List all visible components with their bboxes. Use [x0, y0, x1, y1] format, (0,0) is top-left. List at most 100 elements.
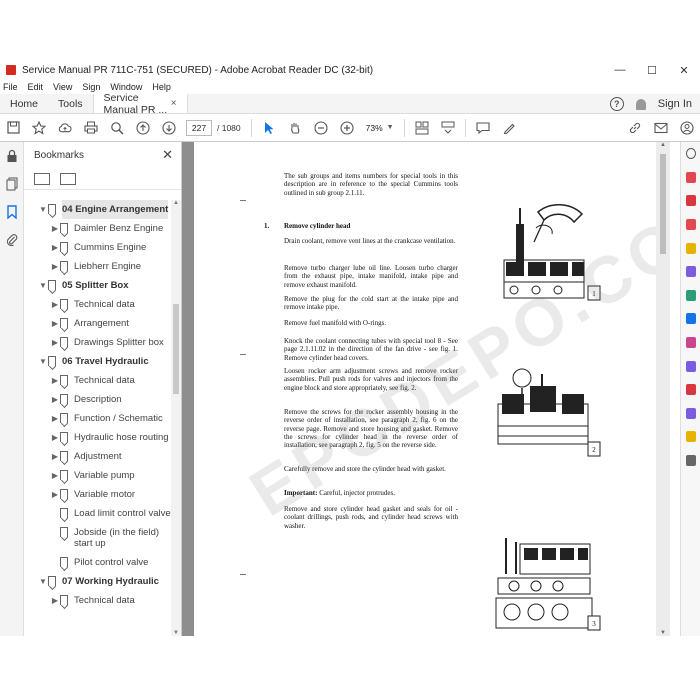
bookmark-item[interactable]: ▶ Technical data	[24, 591, 172, 610]
chevron-right-icon[interactable]: ▶	[50, 447, 60, 466]
comment-tool-icon[interactable]	[681, 236, 700, 260]
scrollbar-thumb[interactable]	[173, 304, 179, 394]
bookmark-item[interactable]: ▶ Adjustment	[24, 447, 172, 466]
previous-page-icon[interactable]	[136, 120, 150, 135]
chevron-right-icon[interactable]: ▶	[50, 257, 60, 276]
chevron-right-icon[interactable]: ▶	[50, 428, 60, 447]
bookmarks-panel-icon[interactable]	[0, 198, 24, 226]
protect-icon[interactable]	[681, 354, 700, 378]
menu-window[interactable]: Window	[110, 82, 142, 92]
bookmarks-scrollbar[interactable]: ▲ ▼	[171, 200, 181, 636]
next-page-icon[interactable]	[162, 120, 176, 135]
email-icon[interactable]	[654, 121, 668, 135]
account-icon[interactable]	[680, 120, 694, 135]
bookmark-star-icon[interactable]	[32, 120, 46, 135]
zoom-search-icon[interactable]	[110, 121, 124, 135]
help-icon[interactable]: ?	[609, 97, 624, 111]
tab-close-icon[interactable]: ×	[171, 98, 177, 109]
create-pdf-icon[interactable]	[681, 213, 700, 237]
bookmark-item[interactable]: ▶ Pilot control valve	[24, 553, 172, 572]
page-thumbnails-icon[interactable]	[0, 170, 24, 198]
stamp-icon[interactable]	[681, 425, 700, 449]
bookmark-options-icon[interactable]	[34, 172, 50, 185]
minimize-button[interactable]: —	[604, 60, 636, 80]
send-for-signature-icon[interactable]	[681, 402, 700, 426]
highlight-pen-icon[interactable]	[502, 121, 516, 135]
tab-tools[interactable]: Tools	[48, 94, 93, 113]
search-tool-icon[interactable]	[681, 142, 700, 166]
bookmark-item[interactable]: ▶ Description	[24, 390, 172, 409]
zoom-in-icon[interactable]	[340, 120, 354, 135]
select-cursor-icon[interactable]	[262, 121, 276, 135]
print-icon[interactable]	[84, 121, 98, 135]
bookmark-item[interactable]: ▼ 06 Travel Hydraulic	[24, 352, 172, 371]
scroll-up-arrow-icon[interactable]: ▲	[656, 142, 670, 148]
link-icon[interactable]	[628, 121, 642, 135]
attachments-icon[interactable]	[0, 226, 24, 254]
bookmark-item[interactable]: ▶ Cummins Engine	[24, 238, 172, 257]
chevron-right-icon[interactable]: ▶	[50, 409, 60, 428]
notification-bell-icon[interactable]	[635, 98, 646, 110]
chevron-right-icon[interactable]: ▶	[50, 219, 60, 238]
chevron-right-icon[interactable]: ▶	[50, 466, 60, 485]
scrollbar-thumb[interactable]	[660, 154, 666, 254]
scroll-up-arrow-icon[interactable]: ▲	[171, 200, 181, 206]
menu-help[interactable]: Help	[152, 82, 171, 92]
bookmark-item[interactable]: ▶ Technical data	[24, 295, 172, 314]
combine-files-icon[interactable]	[681, 260, 700, 284]
bookmark-item[interactable]: ▶ Variable motor	[24, 485, 172, 504]
bookmark-item[interactable]: ▶ Jobside (in the field) start up	[24, 523, 172, 553]
maximize-button[interactable]: ☐	[636, 60, 668, 80]
chevron-down-icon[interactable]: ▼	[38, 276, 48, 295]
chevron-right-icon[interactable]: ▶	[50, 295, 60, 314]
chevron-right-icon[interactable]: ▶	[50, 238, 60, 257]
close-panel-icon[interactable]: ✕	[162, 147, 173, 163]
chevron-down-icon[interactable]: ▼	[38, 352, 48, 371]
find-bookmark-icon[interactable]	[60, 172, 76, 185]
document-scrollbar[interactable]: ▲ ▼	[656, 142, 670, 636]
menu-edit[interactable]: Edit	[28, 82, 44, 92]
bookmark-item[interactable]: ▶ Technical data	[24, 371, 172, 390]
page-display-icon[interactable]	[415, 121, 429, 135]
bookmark-item[interactable]: ▶ Arrangement	[24, 314, 172, 333]
sign-in-button[interactable]: Sign In	[658, 98, 692, 110]
scroll-mode-icon[interactable]	[441, 121, 455, 135]
pdf-page[interactable]: The sub groups and items numbers for spe…	[194, 142, 670, 636]
scroll-down-arrow-icon[interactable]: ▼	[171, 630, 181, 636]
save-icon[interactable]	[6, 121, 20, 135]
scan-ocr-icon[interactable]	[681, 307, 700, 331]
hand-tool-icon[interactable]	[288, 121, 302, 135]
zoom-level-dropdown[interactable]: 73% ▼	[366, 123, 394, 133]
bookmark-item[interactable]: ▼ 04 Engine Arrangement	[24, 200, 172, 219]
bookmark-item[interactable]: ▶ Variable pump	[24, 466, 172, 485]
tab-home[interactable]: Home	[0, 94, 48, 113]
menu-view[interactable]: View	[53, 82, 72, 92]
chevron-right-icon[interactable]: ▶	[50, 591, 60, 610]
comment-icon[interactable]	[476, 121, 490, 135]
fill-sign-icon[interactable]	[681, 331, 700, 355]
bookmark-item[interactable]: ▶ Daimler Benz Engine	[24, 219, 172, 238]
tab-document[interactable]: Service Manual PR ... ×	[92, 92, 188, 116]
cloud-upload-icon[interactable]	[58, 121, 72, 135]
chevron-right-icon[interactable]: ▶	[50, 485, 60, 504]
bookmark-item[interactable]: ▶ Liebherr Engine	[24, 257, 172, 276]
chevron-right-icon[interactable]: ▶	[50, 314, 60, 333]
scroll-down-arrow-icon[interactable]: ▼	[656, 630, 670, 636]
chevron-right-icon[interactable]: ▶	[50, 390, 60, 409]
chevron-right-icon[interactable]: ▶	[50, 333, 60, 352]
chevron-down-icon[interactable]: ▼	[38, 572, 48, 591]
bookmark-item[interactable]: ▶ Function / Schematic	[24, 409, 172, 428]
page-number-input[interactable]: 227	[186, 119, 212, 136]
close-window-button[interactable]: ✕	[668, 60, 700, 80]
lock-icon[interactable]	[0, 142, 24, 170]
organize-pages-icon[interactable]	[681, 189, 700, 213]
bookmark-item[interactable]: ▶ Hydraulic hose routing	[24, 428, 172, 447]
bookmark-item[interactable]: ▶ Load limit control valve	[24, 504, 172, 523]
chevron-right-icon[interactable]: ▶	[50, 371, 60, 390]
redact-icon[interactable]	[681, 378, 700, 402]
chevron-down-icon[interactable]: ▼	[38, 200, 48, 219]
more-tools-icon[interactable]	[681, 449, 700, 473]
edit-pdf-icon[interactable]	[681, 284, 700, 308]
bookmark-item[interactable]: ▼ 07 Working Hydraulic	[24, 572, 172, 591]
zoom-out-icon[interactable]	[314, 120, 328, 135]
